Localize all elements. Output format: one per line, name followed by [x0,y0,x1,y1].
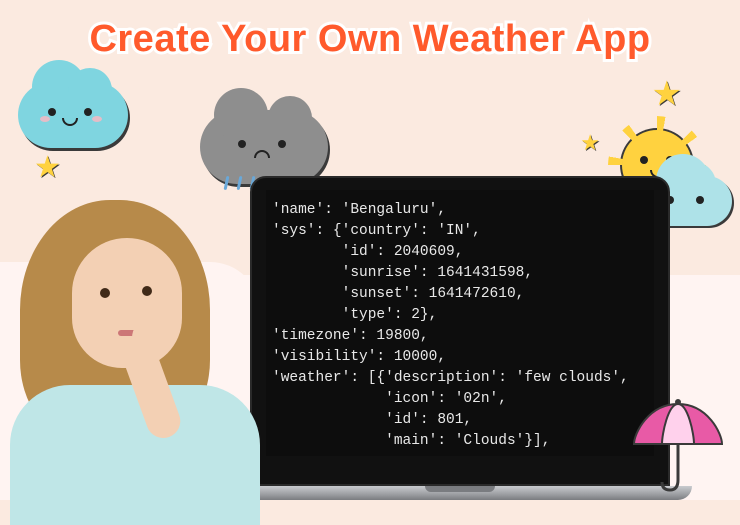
thinking-girl-image [0,190,280,510]
laptop-bezel: 'name': 'Bengaluru', 'sys': {'country': … [250,176,670,486]
happy-cloud-icon [18,82,128,148]
page-title: Create Your Own Weather App [0,18,740,61]
laptop-base [228,486,692,500]
laptop: 'name': 'Bengaluru', 'sys': {'country': … [250,176,670,500]
sad-rain-cloud-icon [200,110,328,184]
star-icon: ★ [34,150,61,185]
umbrella-icon [628,394,728,494]
code-output: 'name': 'Bengaluru', 'sys': {'country': … [266,190,654,456]
star-icon: ★ [652,74,682,114]
